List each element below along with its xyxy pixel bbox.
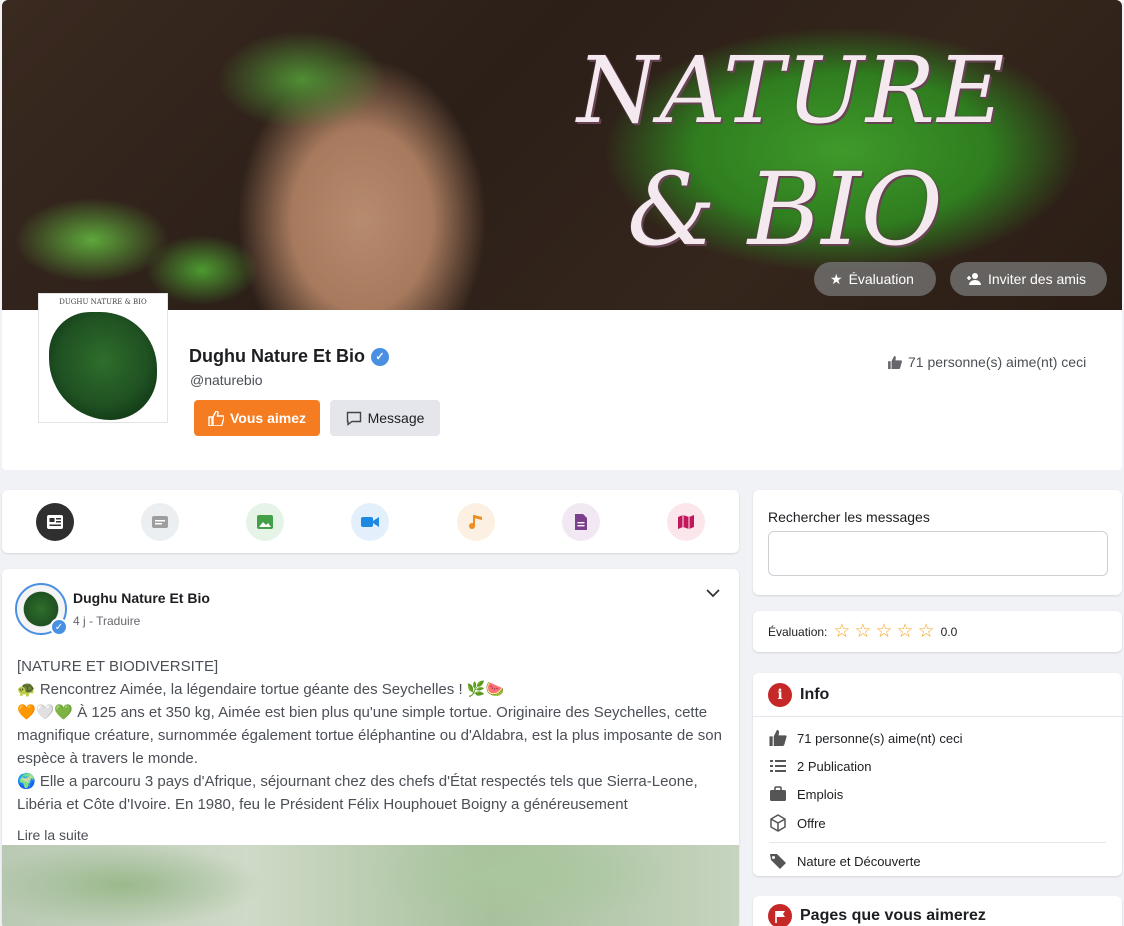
- like-button-label: Vous aimez: [230, 410, 306, 426]
- profile-picture-caption: DUGHU NATURE & BIO: [59, 298, 147, 306]
- info-row-likes: 71 personne(s) aime(nt) ceci: [769, 730, 962, 746]
- info-title: Info: [800, 685, 830, 703]
- search-input[interactable]: [768, 531, 1108, 576]
- info-row-category[interactable]: Nature et Découverte: [769, 853, 921, 869]
- tab-music[interactable]: [457, 503, 495, 541]
- star-icon[interactable]: ☆: [854, 620, 871, 643]
- likes-count: 71 personne(s) aime(nt) ceci: [888, 354, 1086, 370]
- suggested-pages-card: Pages que vous aimerez: [753, 896, 1122, 926]
- star-icon[interactable]: ☆: [918, 620, 935, 643]
- suggested-pages-title: Pages que vous aimerez: [800, 907, 986, 924]
- info-header: i Info: [753, 673, 1122, 717]
- chevron-down-icon[interactable]: [706, 589, 720, 598]
- thumbs-up-icon: [208, 410, 224, 426]
- leaf-image: [49, 312, 157, 420]
- box-icon: [769, 814, 787, 832]
- feed-icon: [46, 514, 64, 530]
- thumbs-up-icon: [769, 730, 787, 746]
- page-handle: @naturebio: [190, 372, 263, 388]
- like-button[interactable]: Vous aimez: [194, 400, 320, 436]
- star-icon[interactable]: ☆: [897, 620, 914, 643]
- briefcase-icon: [769, 786, 787, 802]
- star-icon[interactable]: ☆: [875, 620, 892, 643]
- tab-photos[interactable]: [246, 503, 284, 541]
- avatar[interactable]: ✓: [15, 583, 68, 636]
- flag-icon: [768, 904, 792, 926]
- thumbs-up-icon: [888, 355, 902, 369]
- tab-documents[interactable]: [562, 503, 600, 541]
- info-card: i Info 71 personne(s) aime(nt) ceci 2 Pu…: [753, 673, 1122, 876]
- post-card: ✓ Dughu Nature Et Bio 4 j - Traduire [NA…: [2, 569, 739, 926]
- tab-feed[interactable]: [36, 503, 74, 541]
- star-icon: ★: [830, 270, 843, 287]
- verified-icon: ✓: [50, 618, 68, 636]
- star-icon[interactable]: ☆: [833, 620, 850, 643]
- tag-icon: [769, 853, 787, 869]
- photo-icon: [256, 514, 274, 530]
- message-icon: [346, 411, 362, 426]
- cover-photo: NATURE & BIO ★ Évaluation Inviter des am…: [2, 0, 1122, 310]
- add-user-icon: [966, 272, 982, 286]
- info-row-text: 71 personne(s) aime(nt) ceci: [797, 730, 963, 746]
- music-icon: [468, 513, 484, 531]
- post-image[interactable]: [2, 845, 739, 926]
- page-name-text: Dughu Nature Et Bio: [189, 346, 365, 366]
- page-title: Dughu Nature Et Bio ✓: [189, 346, 389, 367]
- read-more-link[interactable]: Lire la suite: [17, 827, 89, 843]
- list-icon: [769, 758, 787, 774]
- post-line: [NATURE ET BIODIVERSITE]: [17, 658, 219, 675]
- content-tabs: [2, 490, 739, 553]
- post-meta: 4 j - Traduire: [73, 614, 141, 628]
- info-row-text: Offre: [797, 815, 826, 831]
- likes-count-text: 71 personne(s) aime(nt) ceci: [908, 354, 1087, 370]
- cover-title-line2: & BIO: [627, 151, 943, 268]
- post-line: 🧡🤍💚 À 125 ans et 350 kg, Aimée est bien …: [17, 704, 722, 767]
- rating-card: Évaluation: ☆ ☆ ☆ ☆ ☆ 0.0: [753, 611, 1122, 652]
- info-row-publications[interactable]: 2 Publication: [769, 758, 871, 774]
- invite-friends-button[interactable]: Inviter des amis: [950, 262, 1107, 296]
- info-icon: i: [768, 682, 792, 707]
- info-row-jobs[interactable]: Emplois: [769, 786, 843, 802]
- message-button[interactable]: Message: [330, 400, 440, 436]
- info-row-text: Nature et Découverte: [797, 853, 921, 869]
- post-line: 🌍 Elle a parcouru 3 pays d'Afrique, séjo…: [17, 773, 698, 813]
- page-header: NATURE & BIO ★ Évaluation Inviter des am…: [2, 0, 1122, 470]
- search-messages-card: Rechercher les messages: [753, 490, 1122, 595]
- post-author[interactable]: Dughu Nature Et Bio: [73, 590, 210, 606]
- message-button-label: Message: [367, 410, 425, 426]
- post-line: 🐢 Rencontrez Aimée, la légendaire tortue…: [17, 681, 505, 698]
- profile-picture[interactable]: DUGHU NATURE & BIO: [38, 293, 168, 423]
- document-icon: [574, 513, 588, 531]
- invite-friends-label: Inviter des amis: [988, 271, 1087, 287]
- tab-videos[interactable]: [351, 503, 389, 541]
- post-body: [NATURE ET BIODIVERSITE] 🐢 Rencontrez Ai…: [17, 655, 729, 816]
- rate-button-label: Évaluation: [848, 271, 914, 287]
- cover-title-line1: NATURE: [577, 37, 1007, 144]
- divider: [769, 842, 1106, 843]
- tab-text[interactable]: [141, 503, 179, 541]
- tab-map[interactable]: [667, 503, 705, 541]
- info-row-offers[interactable]: Offre: [769, 814, 826, 832]
- info-row-text: 2 Publication: [797, 758, 872, 774]
- rate-button[interactable]: ★ Évaluation: [814, 262, 936, 296]
- info-row-text: Emplois: [797, 786, 844, 802]
- rating-value: 0.0: [940, 624, 958, 639]
- video-icon: [360, 515, 380, 529]
- rating-label: Évaluation:: [768, 624, 828, 639]
- text-icon: [151, 514, 169, 530]
- map-icon: [677, 514, 695, 530]
- verified-icon: ✓: [371, 347, 389, 366]
- search-label: Rechercher les messages: [768, 509, 930, 525]
